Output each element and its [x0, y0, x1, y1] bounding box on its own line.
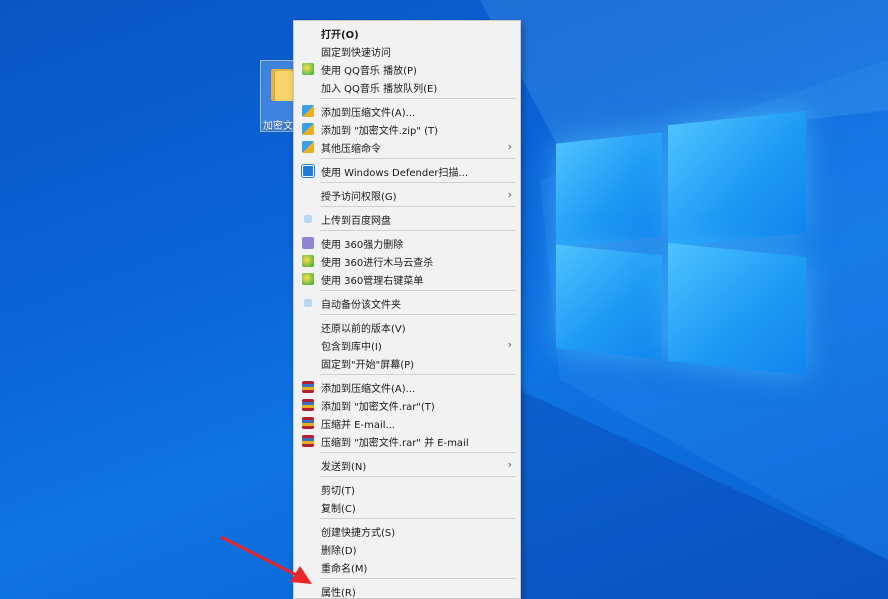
qq-music-icon	[302, 63, 314, 75]
defender-icon	[302, 165, 314, 177]
menu-item[interactable]: 复制(C)	[294, 498, 520, 516]
menu-item-label: 使用 360强力删除	[321, 239, 404, 251]
menu-separator	[320, 206, 516, 207]
menu-item-label: 自动备份该文件夹	[321, 299, 401, 311]
menu-item-label: 使用 360管理右键菜单	[321, 275, 424, 287]
compress-icon	[302, 141, 314, 153]
winrar-icon	[302, 417, 314, 429]
menu-item-label: 上传到百度网盘	[321, 215, 391, 227]
menu-item[interactable]: 发送到(N) ›	[294, 456, 520, 474]
menu-item-label: 压缩到 "加密文件.rar" 并 E-mail	[321, 437, 469, 449]
cloud-icon	[304, 299, 312, 307]
360-icon	[302, 255, 314, 267]
menu-item[interactable]: 打开(O)	[294, 24, 520, 42]
menu-item[interactable]: 自动备份该文件夹	[294, 294, 520, 312]
menu-item[interactable]: 使用 360进行木马云查杀	[294, 252, 520, 270]
context-menu: 打开(O) 固定到快速访问使用 QQ音乐 播放(P) 加入 QQ音乐 播放队列(E)…	[293, 20, 521, 599]
logo-pane-top-right	[668, 110, 806, 248]
menu-item[interactable]: 使用 Windows Defender扫描...	[294, 162, 520, 180]
menu-item-label: 添加到压缩文件(A)...	[321, 383, 416, 395]
menu-separator	[320, 182, 516, 183]
chevron-right-icon: ›	[507, 458, 512, 471]
menu-item[interactable]: 重命名(M)	[294, 558, 520, 576]
menu-item-label: 授予访问权限(G)	[321, 191, 397, 203]
menu-item[interactable]: 包含到库中(I) ›	[294, 336, 520, 354]
menu-item-label: 添加到压缩文件(A)...	[321, 107, 416, 119]
menu-item-label: 包含到库中(I)	[321, 341, 382, 353]
menu-item-label: 固定到快速访问	[321, 47, 391, 59]
menu-item[interactable]: 压缩到 "加密文件.rar" 并 E-mail	[294, 432, 520, 450]
logo-pane-bottom-left	[556, 244, 662, 360]
menu-item-label: 固定到"开始"屏幕(P)	[321, 359, 415, 371]
chevron-right-icon: ›	[507, 140, 512, 153]
menu-item[interactable]: 上传到百度网盘	[294, 210, 520, 228]
menu-item-label: 使用 360进行木马云查杀	[321, 257, 434, 269]
menu-item[interactable]: 加入 QQ音乐 播放队列(E)	[294, 78, 520, 96]
logo-pane-bottom-right	[668, 242, 806, 376]
360-icon	[302, 273, 314, 285]
360-delete-icon	[302, 237, 314, 249]
menu-item[interactable]: 创建快捷方式(S)	[294, 522, 520, 540]
menu-item-label: 创建快捷方式(S)	[321, 527, 396, 539]
menu-item-label: 添加到 "加密文件.zip" (T)	[321, 125, 439, 137]
menu-separator	[320, 98, 516, 99]
menu-item[interactable]: 固定到快速访问	[294, 42, 520, 60]
menu-separator	[320, 452, 516, 453]
menu-item-label: 其他压缩命令	[321, 143, 381, 155]
menu-item[interactable]: 其他压缩命令 ›	[294, 138, 520, 156]
logo-pane-top-left	[556, 132, 662, 248]
menu-item[interactable]: 添加到压缩文件(A)...	[294, 102, 520, 120]
menu-item[interactable]: 固定到"开始"屏幕(P)	[294, 354, 520, 372]
menu-item[interactable]: 删除(D)	[294, 540, 520, 558]
menu-separator	[320, 290, 516, 291]
menu-item[interactable]: 添加到 "加密文件.rar"(T)	[294, 396, 520, 414]
chevron-right-icon: ›	[507, 188, 512, 201]
menu-item-label: 添加到 "加密文件.rar"(T)	[321, 401, 435, 413]
menu-item[interactable]: 添加到压缩文件(A)...	[294, 378, 520, 396]
menu-item[interactable]: 使用 360强力删除	[294, 234, 520, 252]
winrar-icon	[302, 435, 314, 447]
winrar-icon	[302, 381, 314, 393]
menu-item-label: 复制(C)	[321, 503, 356, 515]
menu-item-label: 删除(D)	[321, 545, 357, 557]
menu-item[interactable]: 使用 QQ音乐 播放(P)	[294, 60, 520, 78]
menu-separator	[320, 158, 516, 159]
menu-item[interactable]: 剪切(T)	[294, 480, 520, 498]
menu-separator	[320, 578, 516, 579]
menu-item-label: 使用 Windows Defender扫描...	[321, 167, 469, 179]
chevron-right-icon: ›	[507, 338, 512, 351]
menu-separator	[320, 518, 516, 519]
menu-item[interactable]: 属性(R)	[294, 582, 520, 599]
menu-item-label: 加入 QQ音乐 播放队列(E)	[321, 83, 438, 95]
menu-item-label: 属性(R)	[321, 587, 356, 599]
menu-item-label: 压缩并 E-mail...	[321, 419, 396, 431]
menu-item[interactable]: 添加到 "加密文件.zip" (T)	[294, 120, 520, 138]
cloud-icon	[304, 215, 312, 223]
menu-separator	[320, 374, 516, 375]
menu-item-label: 使用 QQ音乐 播放(P)	[321, 65, 417, 77]
menu-separator	[320, 314, 516, 315]
menu-item[interactable]: 还原以前的版本(V)	[294, 318, 520, 336]
menu-separator	[320, 476, 516, 477]
menu-item[interactable]: 使用 360管理右键菜单	[294, 270, 520, 288]
menu-item[interactable]: 授予访问权限(G) ›	[294, 186, 520, 204]
menu-item[interactable]: 压缩并 E-mail...	[294, 414, 520, 432]
menu-item-label: 剪切(T)	[321, 485, 355, 497]
menu-item-label: 重命名(M)	[321, 563, 368, 575]
menu-item-label: 发送到(N)	[321, 461, 367, 473]
compress-icon	[302, 123, 314, 135]
compress-icon	[302, 105, 314, 117]
winrar-icon	[302, 399, 314, 411]
menu-item-label: 打开(O)	[321, 29, 359, 41]
windows-logo	[556, 110, 806, 376]
menu-separator	[320, 230, 516, 231]
menu-item-label: 还原以前的版本(V)	[321, 323, 406, 335]
